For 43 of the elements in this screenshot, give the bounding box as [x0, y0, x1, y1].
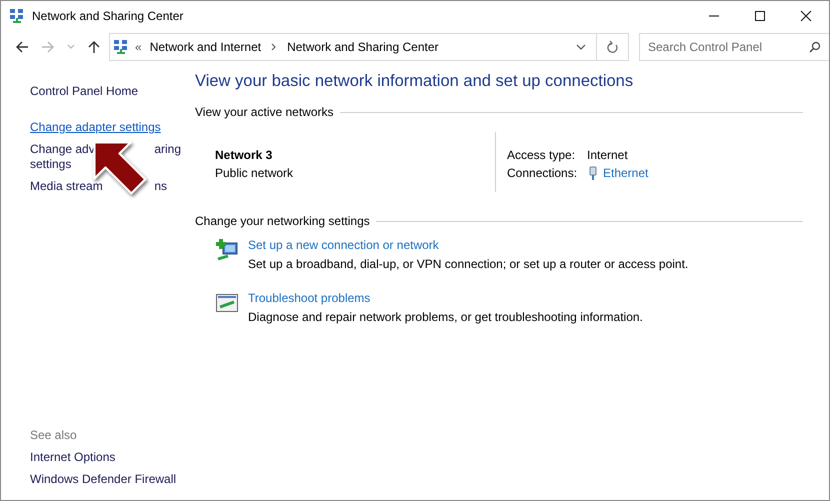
- network-icon: [9, 8, 25, 24]
- maximize-icon: [754, 10, 766, 22]
- breadcrumb[interactable]: Network and Internet: [150, 40, 262, 54]
- right-arrow-icon: [41, 40, 55, 54]
- dropdown-icon[interactable]: [576, 43, 586, 51]
- sidebar-link[interactable]: ns: [154, 179, 167, 194]
- ethernet-link[interactable]: Ethernet: [603, 166, 648, 180]
- refresh-icon[interactable]: [607, 40, 619, 54]
- connections-label: Connections:: [507, 166, 578, 180]
- sidebar-link[interactable]: settings: [30, 157, 72, 172]
- address-bar[interactable]: « Network and Internet Network and Sharing Center: [109, 33, 629, 61]
- page-heading: View your basic network information and set up connections: [195, 72, 634, 91]
- task-link[interactable]: Set up a new connection or network: [248, 238, 688, 252]
- search-field[interactable]: Search Control Panel: [639, 33, 829, 61]
- new-connection-icon: [215, 238, 239, 262]
- up-arrow-icon: [87, 40, 101, 54]
- sidebar-link[interactable]: Media stream: [30, 179, 103, 194]
- sidebar-link[interactable]: Change adapter settings: [30, 120, 161, 135]
- sidebar-link[interactable]: aring: [154, 142, 181, 157]
- task-description: Diagnose and repair network problems, or get troubleshooting information.: [248, 310, 643, 324]
- task-description: Set up a broadband, dial-up, or VPN connection; or set up a router or access point.: [248, 257, 688, 271]
- see-also-link[interactable]: Windows Defender Firewall: [30, 472, 195, 486]
- troubleshoot-icon: [215, 291, 239, 315]
- window-title: Network and Sharing Center: [32, 9, 184, 23]
- access-type-value: Internet: [587, 148, 628, 162]
- task-link[interactable]: Troubleshoot problems: [248, 291, 643, 305]
- see-also-link[interactable]: Internet Options: [30, 450, 195, 464]
- network-category: Public network: [215, 166, 294, 180]
- sidebar-link[interactable]: Change adv: [30, 142, 95, 157]
- overflow-chevron[interactable]: «: [135, 40, 142, 54]
- see-also-heading: See also: [30, 428, 78, 442]
- section-heading: Change your networking settings: [195, 214, 370, 228]
- left-arrow-icon: [15, 40, 29, 54]
- section-heading: View your active networks: [195, 105, 334, 119]
- ethernet-icon: [589, 166, 597, 180]
- access-type-label: Access type:: [507, 148, 576, 162]
- search-icon: [809, 41, 821, 53]
- chevron-icon[interactable]: [271, 43, 278, 51]
- sidebar-link[interactable]: Control Panel Home: [30, 84, 138, 99]
- network-icon: [113, 39, 129, 55]
- close-icon: [800, 10, 812, 22]
- network-name: Network 3: [215, 148, 274, 162]
- breadcrumb[interactable]: Network and Sharing Center: [287, 40, 439, 54]
